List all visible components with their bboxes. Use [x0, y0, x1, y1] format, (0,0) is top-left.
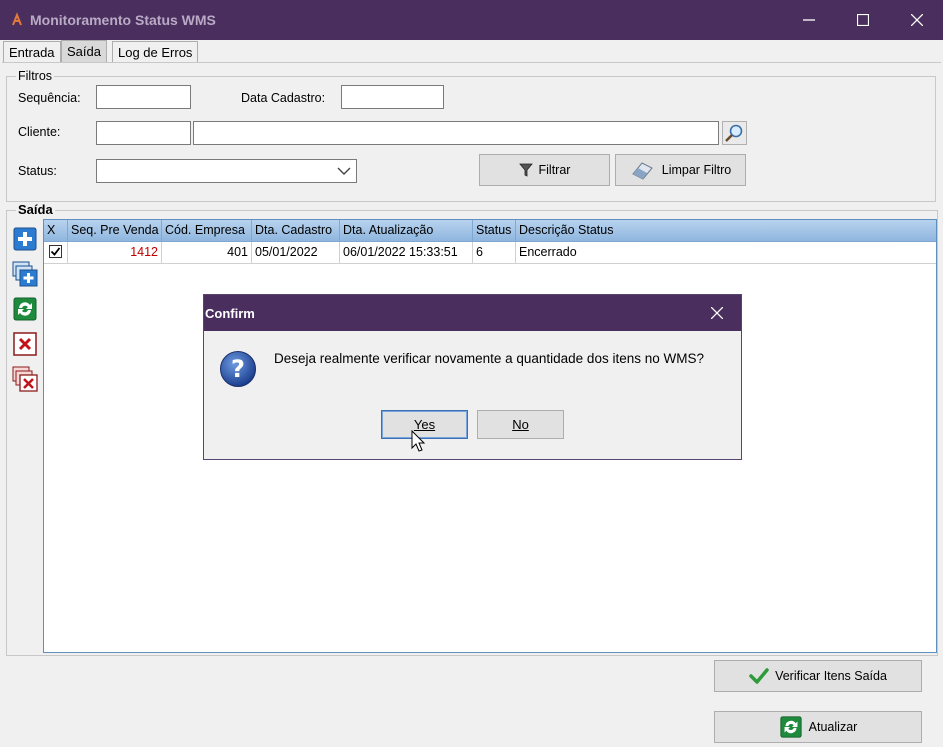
col-header-dta-atualizacao[interactable]: Dta. Atualização: [340, 220, 473, 242]
saida-group-label: Saída: [16, 202, 55, 217]
mouse-cursor-icon: [411, 430, 426, 452]
minimize-icon: [803, 19, 815, 21]
filtros-group-label: Filtros: [16, 69, 55, 83]
verificar-itens-saida-button[interactable]: Verificar Itens Saída: [714, 660, 922, 692]
dialog-title-bar: Confirm: [204, 295, 741, 331]
add-icon: [13, 227, 37, 251]
limpar-filtro-button[interactable]: Limpar Filtro: [615, 154, 746, 186]
delete-multiple-icon: [12, 366, 38, 392]
atualizar-button[interactable]: Atualizar: [714, 711, 922, 743]
dialog-message: Deseja realmente verificar novamente a q…: [274, 351, 704, 366]
no-label: No: [512, 417, 529, 432]
cliente-code-input[interactable]: [96, 121, 191, 145]
refresh-button[interactable]: [12, 296, 38, 322]
title-bar: Monitoramento Status WMS: [0, 0, 943, 40]
add-multiple-button[interactable]: [12, 261, 38, 287]
checkbox-checked-icon[interactable]: [49, 245, 62, 258]
cell-dta-atualizacao[interactable]: 06/01/2022 15:33:51: [340, 242, 473, 264]
col-header-seq-pre-venda[interactable]: Seq. Pre Venda: [68, 220, 162, 242]
checkmark-icon: [749, 668, 769, 684]
svg-text:?: ?: [231, 355, 245, 383]
status-label: Status:: [18, 164, 57, 178]
chevron-down-icon: [337, 167, 351, 175]
no-button[interactable]: No: [477, 410, 564, 439]
refresh-icon: [780, 716, 802, 738]
tab-divider: [2, 62, 941, 63]
question-icon: ?: [220, 351, 256, 387]
verificar-itens-saida-label: Verificar Itens Saída: [775, 669, 887, 683]
data-cadastro-label: Data Cadastro:: [241, 91, 326, 105]
sequencia-input[interactable]: [96, 85, 191, 109]
funnel-icon: [518, 163, 533, 177]
add-multiple-icon: [12, 261, 38, 287]
cell-cod-empresa[interactable]: 401: [162, 242, 252, 264]
col-header-descricao-status[interactable]: Descrição Status: [516, 220, 936, 242]
maximize-icon: [857, 14, 869, 26]
tab-log-de-erros[interactable]: Log de Erros: [112, 41, 199, 63]
refresh-icon: [13, 297, 37, 321]
close-button[interactable]: [891, 0, 943, 40]
eraser-icon: [631, 162, 653, 180]
add-button[interactable]: [12, 226, 38, 252]
cliente-name-input[interactable]: [193, 121, 719, 145]
grid-header: X Seq. Pre Venda Cód. Empresa Dta. Cadas…: [44, 220, 936, 242]
col-header-x[interactable]: X: [44, 220, 68, 242]
close-icon: [911, 14, 923, 26]
delete-icon: [13, 332, 37, 356]
cliente-search-button[interactable]: [722, 121, 747, 145]
delete-button[interactable]: [12, 331, 38, 357]
cell-dta-cadastro[interactable]: 05/01/2022: [252, 242, 340, 264]
col-header-cod-empresa[interactable]: Cód. Empresa: [162, 220, 252, 242]
cell-status[interactable]: 6: [473, 242, 516, 264]
maximize-button[interactable]: [837, 0, 889, 40]
cliente-label: Cliente:: [18, 125, 61, 139]
sequencia-label: Sequência:: [18, 91, 81, 105]
limpar-filtro-label: Limpar Filtro: [661, 163, 732, 177]
status-select[interactable]: [96, 159, 357, 183]
magnifier-icon: [722, 121, 747, 145]
atualizar-label: Atualizar: [808, 720, 858, 734]
col-header-status[interactable]: Status: [473, 220, 516, 242]
tab-saida[interactable]: Saída: [61, 40, 107, 63]
data-cadastro-input[interactable]: [341, 85, 444, 109]
delete-multiple-button[interactable]: [12, 366, 38, 392]
confirm-dialog: Confirm ? Deseja realmente verificar nov…: [203, 294, 742, 460]
window-title: Monitoramento Status WMS: [30, 12, 216, 28]
tab-entrada[interactable]: Entrada: [3, 41, 61, 63]
app-icon: [12, 12, 22, 26]
cell-descricao-status[interactable]: Encerrado: [516, 242, 936, 264]
row-checkbox-cell[interactable]: [44, 242, 68, 264]
minimize-button[interactable]: [783, 0, 835, 40]
close-icon: [711, 307, 723, 319]
dialog-close-button[interactable]: [694, 295, 740, 331]
filtrar-label: Filtrar: [538, 163, 571, 177]
col-header-dta-cadastro[interactable]: Dta. Cadastro: [252, 220, 340, 242]
cell-seq-pre-venda[interactable]: 1412: [68, 242, 162, 264]
dialog-title: Confirm: [205, 306, 255, 321]
filtrar-button[interactable]: Filtrar: [479, 154, 610, 186]
